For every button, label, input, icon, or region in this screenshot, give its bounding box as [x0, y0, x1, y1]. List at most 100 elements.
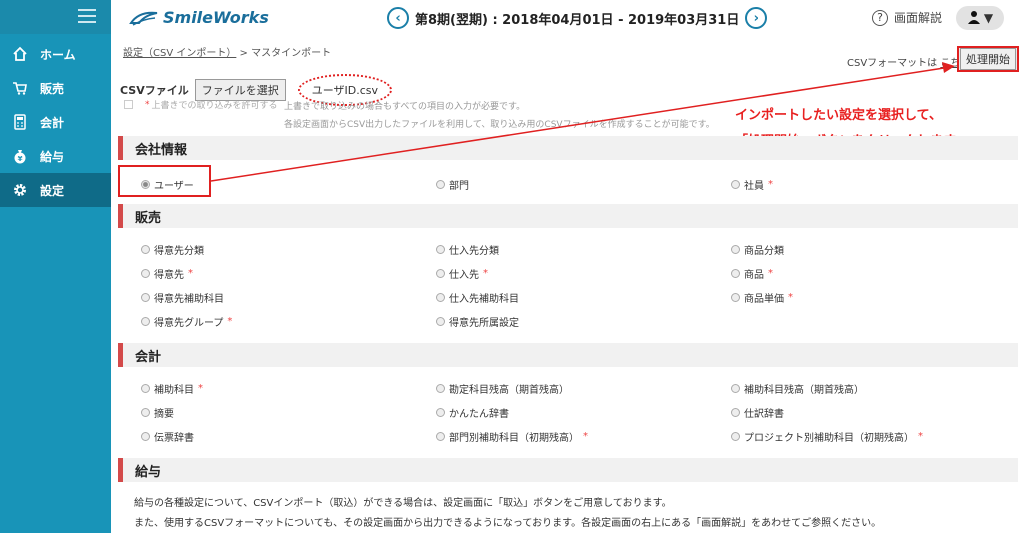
radio-button[interactable]	[731, 384, 740, 393]
option-label: 仕入先	[449, 270, 479, 281]
radio-button[interactable]	[731, 293, 740, 302]
radio-button[interactable]	[731, 180, 740, 189]
radio-button[interactable]	[436, 180, 445, 189]
radio-button[interactable]	[141, 432, 150, 441]
payroll-note-1: 給与の各種設定について、CSVインポート（取込）ができる場合は、設定画面に「取込…	[134, 498, 672, 509]
option-accounting-item[interactable]: プロジェクト別補助科目（初期残高） *	[731, 429, 923, 444]
sidebar-item-sales[interactable]: 販売	[0, 71, 111, 105]
option-accounting-item[interactable]: 部門別補助科目（初期残高） *	[436, 429, 588, 444]
radio-button[interactable]	[731, 432, 740, 441]
sidebar-item-label: ホーム	[40, 47, 76, 62]
option-label: 仕入先分類	[449, 246, 499, 257]
user-menu-button[interactable]: ▼	[956, 6, 1004, 30]
menu-toggle[interactable]	[0, 0, 111, 34]
option-employee[interactable]: 社員 *	[731, 177, 773, 192]
sidebar-item-payroll[interactable]: ¥ 給与	[0, 139, 111, 173]
fiscal-period: ‹ 第8期(翌期) : 2018年04月01日 - 2019年03月31日 ›	[387, 7, 768, 29]
overwrite-checkbox[interactable]	[124, 100, 133, 109]
next-period-button[interactable]: ›	[745, 7, 768, 29]
required-marker: *	[188, 268, 193, 279]
user-icon	[967, 10, 981, 27]
radio-button[interactable]	[141, 269, 150, 278]
overwrite-note: 上書きで取り込みの場合もすべての項目の入力が必要です。	[284, 102, 526, 112]
option-sales-item[interactable]: 得意先補助科目	[141, 290, 228, 305]
radio-button[interactable]	[731, 245, 740, 254]
required-marker: *	[227, 316, 233, 327]
sidebar-item-home[interactable]: ホーム	[0, 37, 111, 71]
gear-icon	[12, 182, 28, 198]
option-label: 得意先所属設定	[449, 318, 519, 329]
option-sales-item[interactable]: 商品 *	[731, 266, 773, 281]
option-accounting-item[interactable]: かんたん辞書	[436, 405, 513, 420]
radio-button[interactable]	[436, 408, 445, 417]
radio-button[interactable]	[141, 245, 150, 254]
option-sales-item[interactable]: 商品単価 *	[731, 290, 793, 305]
sidebar-item-settings[interactable]: 設定	[0, 173, 111, 207]
option-sales-item[interactable]: 仕入先分類	[436, 242, 503, 257]
option-sales-item[interactable]: 得意先グループ *	[141, 314, 232, 329]
breadcrumb-parent[interactable]: 設定（CSV インポート）	[123, 48, 236, 59]
app-logo[interactable]: SmileWorks	[129, 8, 269, 27]
radio-button[interactable]	[731, 408, 740, 417]
option-accounting-item[interactable]: 補助科目残高（期首残高）	[731, 381, 868, 396]
chevron-down-icon: ▼	[983, 11, 994, 25]
option-label: 部門	[449, 181, 469, 192]
option-sales-item[interactable]: 得意先分類	[141, 242, 208, 257]
option-sales-item[interactable]: 得意先 *	[141, 266, 193, 281]
breadcrumb: 設定（CSV インポート） > マスタインポート	[123, 44, 331, 59]
option-label: 商品分類	[744, 246, 784, 257]
instruction-line-1: インポートしたい設定を選択して、	[735, 108, 942, 123]
radio-button[interactable]	[436, 293, 445, 302]
section-accounting: 会計	[118, 343, 1018, 367]
option-label: かんたん辞書	[449, 409, 509, 420]
section-sales: 販売	[118, 204, 1018, 228]
option-sales-item[interactable]: 仕入先補助科目	[436, 290, 523, 305]
moneybag-icon: ¥	[12, 148, 28, 164]
option-label: 得意先補助科目	[154, 294, 224, 305]
option-sales-item[interactable]: 仕入先 *	[436, 266, 488, 281]
required-marker: *	[145, 99, 150, 110]
option-accounting-item[interactable]: 摘要	[141, 405, 178, 420]
radio-button[interactable]	[436, 245, 445, 254]
required-marker: *	[483, 268, 488, 279]
required-marker: *	[583, 431, 588, 442]
prev-period-button[interactable]: ‹	[387, 7, 409, 29]
option-user[interactable]: ユーザー	[141, 177, 198, 192]
breadcrumb-current: マスタインポート	[251, 48, 332, 59]
sidebar-item-label: 販売	[40, 81, 65, 96]
sidebar-item-label: 設定	[40, 183, 65, 198]
option-accounting-item[interactable]: 勘定科目残高（期首残高）	[436, 381, 573, 396]
radio-button[interactable]	[731, 269, 740, 278]
radio-button[interactable]	[436, 384, 445, 393]
radio-button[interactable]	[141, 384, 150, 393]
radio-button[interactable]	[141, 317, 150, 326]
radio-button[interactable]	[436, 269, 445, 278]
required-marker: *	[788, 292, 793, 303]
radio-button[interactable]	[141, 408, 150, 417]
option-label: 摘要	[154, 409, 174, 420]
required-marker: *	[198, 383, 203, 394]
sidebar: ホーム 販売 会計 ¥ 給与 設定	[0, 0, 111, 533]
help-link[interactable]: ? 画面解説	[872, 9, 942, 26]
process-start-button[interactable]: 処理開始	[957, 46, 1019, 72]
option-sales-item[interactable]: 得意先所属設定	[436, 314, 523, 329]
svg-text:¥: ¥	[18, 155, 23, 163]
home-icon	[12, 46, 28, 62]
option-label: 伝票辞書	[154, 433, 194, 444]
radio-button[interactable]	[436, 317, 445, 326]
option-department[interactable]: 部門	[436, 177, 473, 192]
option-label: 勘定科目残高（期首残高）	[449, 385, 569, 396]
option-sales-item[interactable]: 商品分類	[731, 242, 788, 257]
sidebar-item-accounting[interactable]: 会計	[0, 105, 111, 139]
overwrite-option[interactable]: * 上書きでの取り込みを許可する	[124, 98, 278, 111]
radio-button[interactable]	[436, 432, 445, 441]
csv-file-label: CSVファイル	[120, 84, 189, 97]
option-accounting-item[interactable]: 補助科目 *	[141, 381, 203, 396]
option-accounting-item[interactable]: 伝票辞書	[141, 429, 198, 444]
hamburger-icon[interactable]	[78, 9, 96, 23]
radio-button[interactable]	[141, 180, 150, 189]
option-accounting-item[interactable]: 仕訳辞書	[731, 405, 788, 420]
section-company: 会社情報	[118, 136, 1018, 160]
option-label: 仕訳辞書	[744, 409, 784, 420]
radio-button[interactable]	[141, 293, 150, 302]
